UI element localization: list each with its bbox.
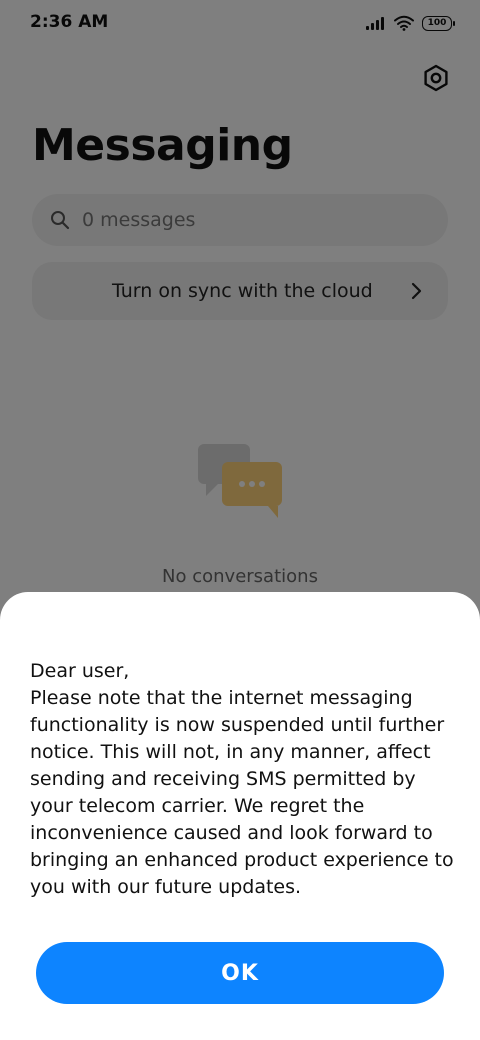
- dialog-message: Dear user, Please note that the internet…: [30, 660, 454, 898]
- ok-button[interactable]: OK: [36, 942, 444, 1004]
- suspension-notice-dialog: Dear user, Please note that the internet…: [0, 592, 480, 1040]
